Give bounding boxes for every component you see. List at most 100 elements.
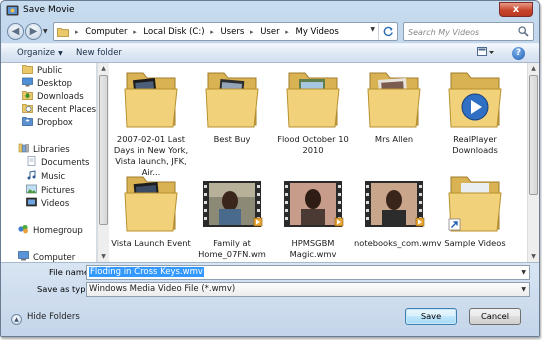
back-button[interactable]: ◀: [7, 23, 24, 40]
videos-icon: [26, 197, 37, 207]
folder-item[interactable]: Vista Launch Event: [111, 169, 191, 249]
libraries-icon: [18, 143, 29, 153]
folder-item[interactable]: RealPlayer Downloads: [435, 65, 515, 156]
breadcrumb-user[interactable]: User: [260, 27, 279, 37]
computer-icon: [18, 251, 29, 261]
recent-places-icon: [22, 104, 33, 113]
downloads-icon: [22, 91, 33, 100]
organize-button[interactable]: Organize ▼: [17, 48, 63, 58]
breadcrumb-local-disk[interactable]: Local Disk (C:): [143, 27, 204, 37]
change-view-button[interactable]: [475, 47, 497, 61]
address-bar[interactable]: ▸ Computer ▸ Local Disk (C:) ▸ Users ▸ U…: [53, 22, 398, 41]
pictures-icon: [26, 184, 37, 194]
file-name-label: Family at Home_07FN.wm: [198, 238, 266, 259]
save-as-type-value: Windows Media Video File (*.wmv): [89, 284, 236, 294]
nav-item-libraries[interactable]: Libraries: [18, 143, 70, 156]
nav-item-homegroup[interactable]: Homegroup: [18, 224, 83, 237]
hide-folders-label: Hide Folders: [27, 312, 80, 322]
chevron-down-icon[interactable]: ▼: [521, 283, 526, 296]
help-button[interactable]: ?: [512, 47, 525, 60]
nav-item-documents[interactable]: Documents: [26, 156, 89, 169]
folder-icon: [22, 65, 33, 74]
nav-item-videos[interactable]: Videos: [26, 197, 69, 210]
save-form: File name: Floding in Cross Keys.wmv ▼ S…: [1, 262, 539, 300]
nav-label: Libraries: [33, 145, 70, 155]
nav-label: Videos: [41, 199, 70, 209]
navigation-scrollbar[interactable]: ▲ ▼: [97, 63, 109, 262]
chevron-up-icon: ▲: [11, 314, 22, 325]
nav-label: Dropbox: [37, 118, 73, 128]
folder-icon: [57, 28, 69, 37]
title-bar[interactable]: Save Movie x: [1, 1, 539, 21]
file-name-label: Sample Videos: [444, 238, 506, 248]
folder-item[interactable]: Best Buy: [192, 65, 272, 145]
video-item[interactable]: HPMSGBM Magic.wmv: [273, 169, 353, 260]
folder-item[interactable]: Flood October 10 2010: [273, 65, 353, 156]
close-button[interactable]: x: [499, 2, 533, 17]
file-list-scrollbar[interactable]: ▲ ▼: [527, 63, 539, 262]
scrollbar-thumb[interactable]: [99, 75, 108, 225]
save-as-type-select[interactable]: Windows Media Video File (*.wmv) ▼: [86, 282, 530, 297]
nav-item-downloads[interactable]: Downloads: [22, 90, 84, 103]
cancel-button[interactable]: Cancel: [469, 308, 521, 325]
navigation-pane: Public Desktop Downloads Recent Places D…: [1, 63, 97, 262]
file-name-label: Best Buy: [213, 134, 251, 144]
folder-item[interactable]: Mrs Allen: [354, 65, 434, 145]
forward-button[interactable]: ▶: [25, 23, 42, 40]
breadcrumb-computer[interactable]: Computer: [85, 27, 127, 37]
video-thumbnail-icon: [284, 181, 344, 227]
scroll-up-arrow-icon[interactable]: ▲: [98, 63, 109, 74]
refresh-button[interactable]: [378, 23, 397, 40]
save-button[interactable]: Save: [405, 308, 457, 325]
nav-item-desktop[interactable]: Desktop: [22, 77, 72, 90]
photo-folder-icon: [286, 72, 340, 128]
nav-label: Computer: [33, 253, 76, 262]
file-name-value: Floding in Cross Keys.wmv: [89, 267, 204, 277]
search-input[interactable]: [408, 25, 516, 39]
music-icon: [27, 170, 36, 180]
file-name-label: Vista Launch Event: [111, 238, 191, 248]
chevron-right-icon[interactable]: ▸: [285, 28, 289, 36]
video-item[interactable]: Family at Home_07FN.wm: [192, 169, 272, 260]
folder-item[interactable]: 2007-02-01 Last Days in New York, Vista …: [111, 65, 191, 178]
file-name-label: notebooks_com.wmv: [354, 238, 442, 248]
nav-item-dropbox[interactable]: Dropbox: [22, 116, 73, 129]
photo-folder-icon: [367, 72, 421, 128]
documents-icon: [27, 156, 36, 166]
chevron-right-icon[interactable]: ▸: [250, 28, 254, 36]
nav-label: Downloads: [37, 92, 84, 102]
search-box[interactable]: [403, 22, 534, 41]
video-item[interactable]: notebooks_com.wmv: [354, 169, 442, 249]
scroll-down-arrow-icon[interactable]: ▼: [528, 251, 539, 262]
nav-item-public[interactable]: Public: [22, 64, 62, 77]
search-icon[interactable]: [518, 26, 529, 37]
scroll-up-arrow-icon[interactable]: ▲: [528, 63, 539, 74]
chevron-right-icon[interactable]: ▸: [210, 28, 214, 36]
folder-item[interactable]: Sample Videos: [435, 169, 515, 249]
nav-item-computer[interactable]: Computer: [18, 251, 75, 262]
file-name-input[interactable]: Floding in Cross Keys.wmv ▼: [86, 265, 530, 280]
new-folder-button[interactable]: New folder: [76, 48, 122, 58]
recent-pages-dropdown[interactable]: ▼: [43, 28, 48, 35]
file-name-label: Flood October 10 2010: [277, 134, 349, 155]
dialog-footer: ▲ Hide Folders Save Cancel: [1, 300, 539, 336]
nav-label: Public: [37, 66, 63, 76]
chevron-right-icon[interactable]: ▸: [133, 28, 137, 36]
realplayer-folder-icon: [448, 72, 502, 128]
breadcrumb-users[interactable]: Users: [220, 27, 244, 37]
nav-item-pictures[interactable]: Pictures: [26, 184, 75, 197]
nav-item-music[interactable]: Music: [26, 170, 65, 183]
address-dropdown-button[interactable]: ▼: [370, 26, 375, 33]
chevron-right-icon[interactable]: ▸: [75, 28, 79, 36]
desktop-icon: [22, 77, 33, 87]
photo-folder-icon: [124, 176, 178, 232]
breadcrumb-my-videos[interactable]: My Videos: [295, 27, 338, 37]
file-name-label: Mrs Allen: [374, 134, 414, 144]
nav-label: Desktop: [37, 79, 73, 89]
chevron-down-icon[interactable]: ▼: [521, 266, 526, 279]
scroll-down-arrow-icon[interactable]: ▼: [98, 251, 109, 262]
scrollbar-thumb[interactable]: [529, 75, 538, 195]
file-name-label: RealPlayer Downloads: [452, 134, 498, 155]
nav-item-recent-places[interactable]: Recent Places: [22, 103, 96, 116]
hide-folders-button[interactable]: ▲ Hide Folders: [11, 312, 80, 325]
